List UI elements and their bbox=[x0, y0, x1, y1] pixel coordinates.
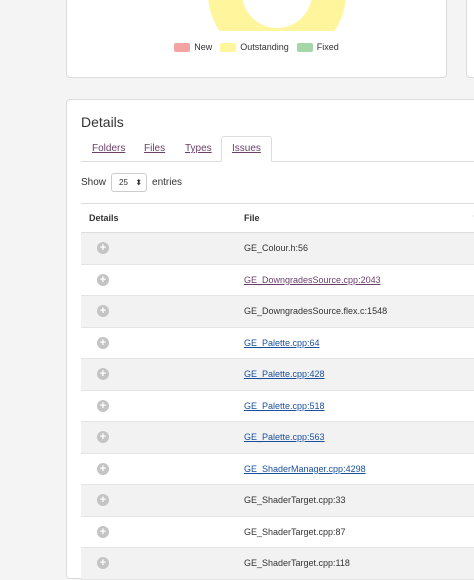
table-row: + GE_DowngradesSource.flex.c:1548 bbox=[81, 296, 474, 328]
expand-icon[interactable]: + bbox=[97, 273, 109, 286]
tab-issues[interactable]: Issues bbox=[221, 136, 272, 162]
expand-icon[interactable]: + bbox=[97, 305, 109, 317]
side-card bbox=[466, 0, 474, 78]
file-cell[interactable]: GE_DowngradesSource.cpp:2043 bbox=[244, 275, 381, 285]
legend-item-outstanding[interactable]: Outstanding bbox=[220, 42, 289, 52]
expand-icon[interactable]: + bbox=[97, 494, 109, 506]
file-cell[interactable]: GE_Palette.cpp:518 bbox=[244, 401, 325, 411]
entries-control: Show 25 ⬍ entries bbox=[81, 173, 182, 192]
expand-icon[interactable]: + bbox=[97, 336, 109, 349]
show-label: Show bbox=[81, 177, 107, 188]
col-header-file[interactable]: File bbox=[244, 213, 260, 223]
expand-icon[interactable]: + bbox=[97, 242, 109, 254]
expand-icon[interactable]: + bbox=[97, 399, 109, 412]
legend-swatch-outstanding bbox=[220, 42, 237, 52]
donut-chart bbox=[201, 0, 353, 31]
entries-value: 25 bbox=[119, 178, 128, 187]
file-cell[interactable]: GE_Palette.cpp:64 bbox=[244, 338, 320, 348]
file-cell: GE_ShaderTarget.cpp:87 bbox=[244, 526, 346, 537]
file-cell: GE_Colour.h:56 bbox=[244, 243, 309, 253]
table-row: + GE_Palette.cpp:563 bbox=[81, 422, 474, 454]
issues-table: Details File ↑↓ + GE_Colour.h:56 + GE_Downg… bbox=[81, 203, 474, 580]
entries-label: entries bbox=[152, 177, 183, 188]
table-row: + GE_Palette.cpp:428 bbox=[81, 359, 474, 391]
tab-types[interactable]: Types bbox=[185, 137, 212, 161]
legend-item-new[interactable]: New bbox=[174, 42, 212, 52]
col-header-details[interactable]: Details bbox=[89, 213, 119, 223]
file-cell: GE_ShaderTarget.cpp:33 bbox=[244, 495, 346, 505]
details-panel: Details Folders Files Types Issues Show … bbox=[66, 99, 474, 580]
table-row: + GE_Palette.cpp:64 bbox=[81, 328, 474, 359]
expand-icon[interactable]: + bbox=[97, 525, 109, 538]
legend-label: New bbox=[194, 42, 213, 52]
legend-swatch-new bbox=[174, 42, 191, 52]
file-cell: GE_DowngradesSource.flex.c:1548 bbox=[244, 306, 388, 316]
tab-files[interactable]: Files bbox=[144, 137, 165, 161]
table-row: + GE_ShaderTarget.cpp:33 bbox=[81, 485, 474, 517]
file-cell[interactable]: GE_Palette.cpp:428 bbox=[244, 369, 325, 379]
table-header: Details File ↑↓ bbox=[81, 203, 474, 233]
table-row: + GE_Palette.cpp:518 bbox=[81, 391, 474, 422]
tab-folders[interactable]: Folders bbox=[92, 137, 125, 161]
expand-icon[interactable]: + bbox=[97, 368, 109, 380]
donut-svg bbox=[208, 0, 346, 31]
outstanding-slice bbox=[208, 0, 346, 31]
file-cell[interactable]: GE_Palette.cpp:563 bbox=[244, 432, 325, 442]
legend-label: Outstanding bbox=[240, 42, 289, 52]
expand-icon[interactable]: + bbox=[97, 462, 109, 475]
legend-label: Fixed bbox=[316, 42, 339, 52]
table-body: + GE_Colour.h:56 + GE_DowngradesSource.cpp:… bbox=[81, 233, 474, 580]
legend-swatch-fixed bbox=[296, 42, 313, 52]
entries-select[interactable]: 25 ⬍ bbox=[111, 173, 148, 192]
table-row: + GE_ShaderTarget.cpp:87 bbox=[81, 517, 474, 548]
sort-arrows-icon: ⬍ bbox=[135, 178, 143, 187]
file-cell[interactable]: GE_ShaderManager.cpp:4298 bbox=[244, 464, 366, 474]
table-row: + GE_Colour.h:56 bbox=[81, 233, 474, 265]
details-tabs: Folders Files Types Issues bbox=[81, 136, 474, 162]
chart-legend: New Outstanding Fixed bbox=[67, 42, 446, 52]
expand-icon[interactable]: + bbox=[97, 557, 109, 569]
chart-card: New Outstanding Fixed bbox=[66, 0, 447, 78]
legend-item-fixed[interactable]: Fixed bbox=[296, 42, 339, 52]
table-row: + GE_DowngradesSource.cpp:2043 bbox=[81, 265, 474, 296]
expand-icon[interactable]: + bbox=[97, 431, 109, 443]
details-title: Details bbox=[81, 114, 124, 130]
table-row: + GE_ShaderTarget.cpp:118 bbox=[81, 548, 474, 580]
table-row: + GE_ShaderManager.cpp:4298 bbox=[81, 454, 474, 485]
